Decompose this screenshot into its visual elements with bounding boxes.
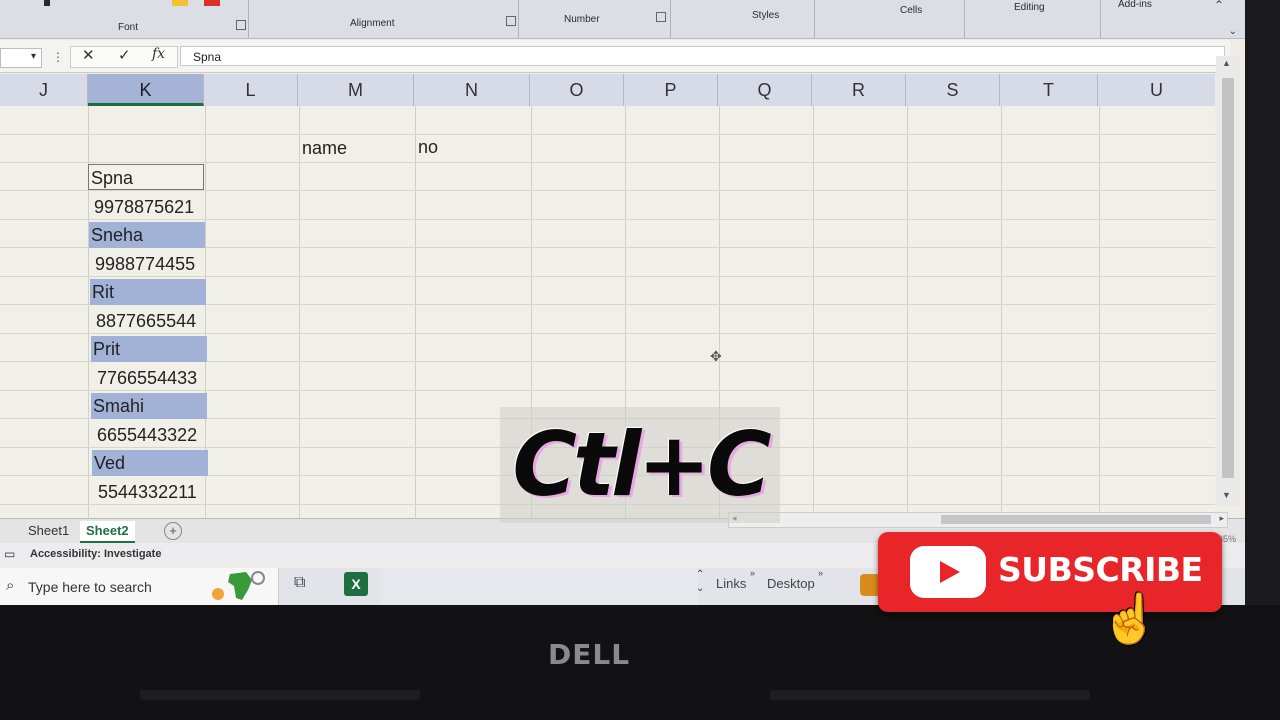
cell-n-no[interactable]: no: [418, 137, 438, 158]
desktop-expand-icon[interactable]: »: [818, 568, 823, 578]
cell-k-name-4[interactable]: Prit: [91, 336, 207, 362]
cells-group-label: Cells: [900, 5, 923, 16]
scroll-up-icon[interactable]: ▲: [1222, 58, 1231, 68]
alignment-group-label: Alignment: [350, 18, 395, 29]
africa-icon: [206, 568, 266, 602]
number-group: Number: [518, 0, 671, 38]
search-placeholder: Type here to search: [28, 579, 152, 595]
cell-cursor-icon: ✥: [710, 348, 722, 364]
subscribe-label: SUBSCRIBE: [998, 550, 1203, 589]
font-group-label: Font: [118, 22, 139, 33]
tab-sheet1[interactable]: Sheet1: [22, 521, 75, 541]
styles-group-label: Styles: [752, 10, 780, 21]
styles-group: Styles: [670, 0, 815, 38]
font-dialog-launcher-icon[interactable]: [236, 20, 246, 30]
column-header-s[interactable]: S: [906, 74, 1000, 106]
cell-k-number-3[interactable]: 8877665544: [96, 311, 196, 332]
toolbar-scroll-icon[interactable]: ⌃ ⌄: [696, 568, 704, 596]
scroll-down-icon[interactable]: ▼: [1222, 490, 1231, 500]
enter-icon[interactable]: ✓: [118, 46, 131, 64]
column-header-l[interactable]: L: [204, 74, 298, 106]
formula-input[interactable]: Spna: [180, 46, 1225, 66]
cell-m-name[interactable]: name: [302, 138, 347, 159]
tab-sheet2[interactable]: Sheet2: [80, 521, 135, 543]
column-headers: J K L M N O P Q R S T U: [0, 74, 1215, 107]
laptop-bezel: [0, 605, 1280, 720]
editing-group: Editing: [964, 0, 1101, 38]
column-header-u[interactable]: U: [1098, 74, 1215, 106]
add-sheet-icon[interactable]: +: [164, 522, 182, 540]
font-group: Font: [0, 0, 249, 38]
links-toolbar[interactable]: Links: [716, 576, 746, 591]
tray-app-icon[interactable]: [860, 574, 880, 596]
alignment-group: Alignment: [248, 0, 519, 38]
column-header-j[interactable]: J: [0, 74, 88, 106]
cell-k-name-5[interactable]: Smahi: [91, 393, 207, 419]
cell-k-name-2[interactable]: Sneha: [89, 222, 205, 248]
column-header-k[interactable]: K: [88, 74, 204, 106]
column-header-q[interactable]: Q: [718, 74, 812, 106]
column-header-n[interactable]: N: [414, 74, 530, 106]
cell-k-name-3[interactable]: Rit: [90, 279, 206, 305]
horizontal-scrollbar[interactable]: ◂ ▸: [728, 512, 1228, 528]
cell-k-number-6[interactable]: 5544332211: [98, 482, 197, 503]
task-view-icon[interactable]: ⧉: [294, 574, 305, 592]
youtube-play-icon: [910, 546, 986, 598]
name-box[interactable]: ▾: [0, 48, 42, 68]
expand-formula-bar-icon[interactable]: ⌄: [1229, 26, 1237, 37]
pointing-hand-icon: ☝: [1100, 593, 1160, 646]
collapse-ribbon-icon[interactable]: ⌃: [1214, 0, 1224, 12]
cell-k-number-1[interactable]: 9978875621: [94, 197, 194, 218]
cells-group: Cells: [814, 0, 965, 38]
cell-k-name-1[interactable]: Spna: [88, 164, 204, 190]
cell-k-number-4[interactable]: 7766554433: [97, 368, 197, 389]
addins-group-label: Add-ins: [1118, 0, 1152, 10]
search-icon: ⌕: [6, 577, 15, 594]
column-header-p[interactable]: P: [624, 74, 718, 106]
cancel-icon[interactable]: ✕: [82, 46, 95, 64]
name-box-dropdown-icon[interactable]: ▾: [31, 51, 36, 62]
monitor-right-edge: [1245, 0, 1280, 605]
editing-group-label: Editing: [1014, 2, 1045, 13]
formula-bar-grip-icon[interactable]: ⋮: [52, 50, 64, 64]
vertical-scroll-thumb[interactable]: [1222, 78, 1234, 478]
column-header-m[interactable]: M: [298, 74, 414, 106]
cell-k-number-2[interactable]: 9988774455: [95, 254, 195, 275]
hinge-left: [140, 690, 420, 700]
number-group-label: Number: [564, 14, 600, 25]
scroll-right-icon[interactable]: ▸: [1219, 513, 1224, 524]
hinge-right: [770, 690, 1090, 700]
alignment-dialog-launcher-icon[interactable]: [506, 16, 516, 26]
column-header-o[interactable]: O: [530, 74, 624, 106]
addins-group: Add-ins: [1100, 0, 1210, 38]
vertical-scrollbar[interactable]: ▲ ▼: [1216, 56, 1240, 506]
formula-bar: ▾ ⋮ ✕ ✓ fx Spna: [0, 40, 1230, 73]
shortcut-overlay: Ctl+C: [500, 407, 780, 523]
dell-logo: DELL: [548, 638, 631, 671]
macro-record-icon[interactable]: ▭: [4, 547, 15, 561]
cell-k-number-5[interactable]: 6655443322: [97, 425, 197, 446]
column-header-t[interactable]: T: [1000, 74, 1098, 106]
number-dialog-launcher-icon[interactable]: [656, 12, 666, 22]
links-expand-icon[interactable]: »: [750, 568, 755, 578]
desktop-toolbar[interactable]: Desktop: [767, 576, 815, 591]
cell-k-name-6[interactable]: Ved: [92, 450, 208, 476]
horizontal-scroll-thumb[interactable]: [941, 515, 1211, 524]
ribbon: Font Alignment Number Styles Cells Editi…: [0, 0, 1245, 39]
accessibility-status[interactable]: Accessibility: Investigate: [30, 548, 161, 560]
subscribe-button[interactable]: SUBSCRIBE: [878, 532, 1222, 612]
excel-app-icon[interactable]: X: [344, 572, 368, 596]
taskbar-search[interactable]: ⌕ Type here to search: [0, 568, 279, 605]
insert-function-icon[interactable]: fx: [152, 46, 165, 62]
taskbar-spacer: [380, 568, 698, 605]
column-header-r[interactable]: R: [812, 74, 906, 106]
